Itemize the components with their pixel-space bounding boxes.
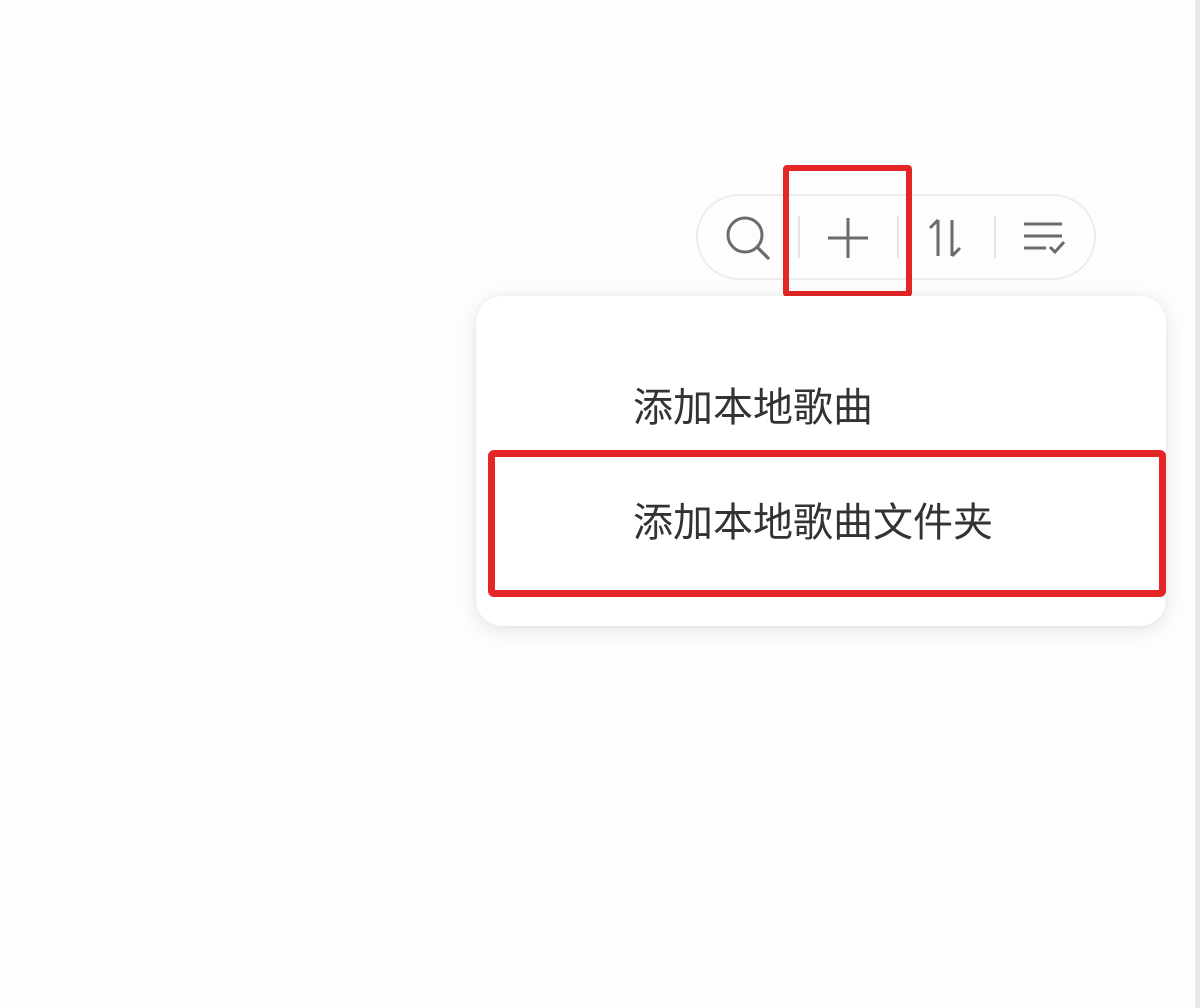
menu-item-add-local-song-folder[interactable]: 添加本地歌曲文件夹 [476,483,1166,563]
add-button[interactable] [818,210,878,266]
page: 添加本地歌曲 添加本地歌曲文件夹 [0,0,1200,1008]
add-dropdown-menu: 添加本地歌曲 添加本地歌曲文件夹 [476,296,1166,626]
menu-item-label: 添加本地歌曲文件夹 [633,500,993,546]
sort-icon [928,218,962,258]
search-icon [726,216,770,260]
toolbar-separator [994,216,996,258]
window-edge [1195,0,1200,1008]
list-check-icon [1024,222,1066,255]
menu-item-label: 添加本地歌曲 [633,385,873,431]
song-list-toolbar [696,194,1096,280]
batch-select-button[interactable] [1014,210,1074,266]
sort-button[interactable] [916,210,976,266]
search-button[interactable] [718,210,778,266]
toolbar-separator [798,216,800,258]
toolbar-separator [897,216,899,258]
plus-icon [828,218,868,258]
menu-item-add-local-songs[interactable]: 添加本地歌曲 [476,368,1166,448]
